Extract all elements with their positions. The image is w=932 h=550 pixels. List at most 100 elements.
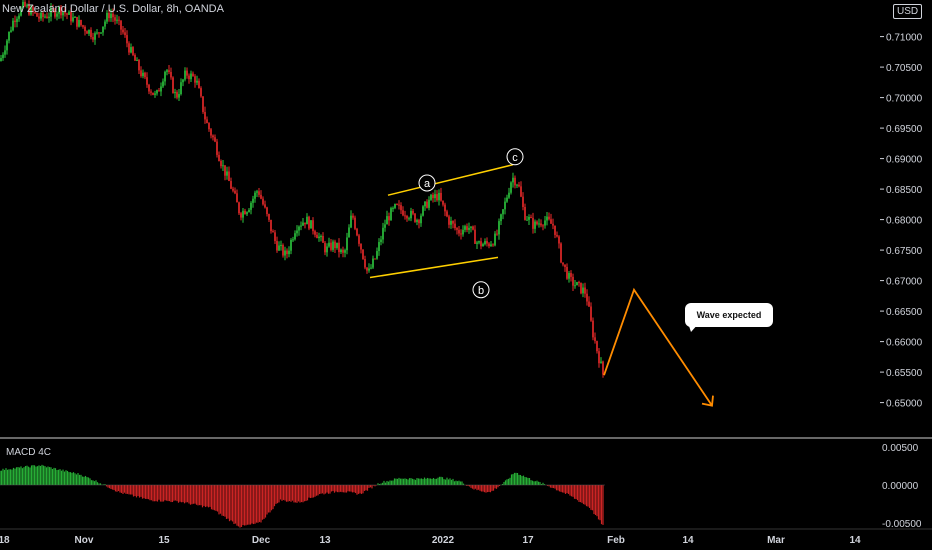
candle-body	[80, 20, 82, 26]
candle-body	[230, 181, 232, 189]
candle-body	[428, 199, 430, 208]
candle-body	[366, 267, 368, 271]
candle-body	[568, 273, 570, 279]
macd-indicator-label[interactable]: MACD 4C	[6, 447, 51, 458]
candle-body	[244, 210, 246, 215]
time-tick-label: 14	[682, 535, 694, 546]
candle-body	[152, 92, 154, 95]
candle-body	[526, 219, 528, 221]
candle-body	[330, 242, 332, 250]
candle-body	[114, 17, 116, 21]
candle-body	[306, 216, 308, 225]
candle-body	[372, 258, 374, 268]
candle-body	[524, 207, 526, 220]
candle-body	[564, 264, 566, 268]
candle-body	[340, 249, 342, 253]
candle-body	[266, 207, 268, 215]
price-tick-label: 0.69000	[886, 155, 923, 166]
candle-body	[536, 221, 538, 225]
candle-body	[420, 215, 422, 224]
candle-body	[544, 220, 546, 226]
channel-upper-line[interactable]	[387, 163, 514, 196]
candle-body	[274, 232, 276, 241]
candle-body	[588, 301, 590, 307]
candle-body	[138, 60, 140, 71]
candle-body	[582, 287, 584, 294]
projection-arrowhead	[701, 395, 714, 407]
candle-body	[250, 202, 252, 210]
candle-body	[364, 258, 366, 268]
candle-body	[460, 233, 462, 235]
candle-body	[480, 241, 482, 247]
candle-body	[572, 276, 574, 286]
candle-body	[16, 18, 18, 23]
candle-body	[10, 30, 12, 32]
candle-body	[468, 227, 470, 230]
candle-body	[578, 282, 580, 284]
candle-body	[540, 223, 542, 226]
candle-body	[598, 351, 600, 364]
candle-body	[86, 31, 88, 34]
candle-body	[278, 245, 280, 251]
candle-body	[316, 234, 318, 239]
candle-body	[254, 192, 256, 199]
candle-body	[596, 341, 598, 352]
candle-body	[232, 188, 234, 191]
candle-body	[186, 70, 188, 76]
candle-body	[520, 186, 522, 197]
candle-body	[424, 201, 426, 207]
candle-body	[412, 210, 414, 214]
price-chart[interactable]: 0.71000 0.70500 0.70000 0.69500 0.69000 0.685…	[0, 0, 932, 550]
candle-body	[504, 201, 506, 210]
currency-badge[interactable]: USD	[893, 4, 923, 19]
candle-body	[116, 19, 118, 21]
candle-body	[286, 250, 288, 255]
candle-body	[376, 251, 378, 259]
candle-body	[288, 250, 290, 255]
candle-body	[336, 242, 338, 248]
candle-body	[534, 221, 536, 229]
candle-body	[84, 26, 86, 32]
candle-body	[402, 210, 404, 216]
candle-body	[174, 92, 176, 94]
candle-body	[326, 246, 328, 253]
candle-body	[538, 223, 540, 225]
candle-body	[584, 287, 586, 294]
channel-lower-line[interactable]	[369, 256, 499, 279]
candle-body	[490, 244, 492, 247]
candle-body	[508, 192, 510, 198]
candle-body	[474, 229, 476, 244]
candle-body	[238, 202, 240, 214]
candle-body	[236, 193, 238, 203]
price-tick-label: 0.70000	[886, 94, 923, 105]
candle-body	[378, 242, 380, 252]
price-tick-label: 0.71000	[886, 33, 923, 44]
time-tick-label: Dec	[252, 535, 271, 546]
candle-body	[162, 81, 164, 87]
time-tick-label: Nov	[75, 535, 94, 546]
price-tick-label: 0.67500	[886, 246, 923, 257]
wave-label-c: c	[512, 152, 518, 164]
candle-body	[6, 40, 8, 51]
candle-body	[180, 82, 182, 95]
candle-body	[360, 243, 362, 250]
candle-body	[146, 77, 148, 85]
candle-body	[552, 223, 554, 226]
candle-body	[362, 249, 364, 259]
candle-body	[90, 29, 92, 38]
candle-body	[386, 216, 388, 225]
candle-body	[550, 219, 552, 224]
candle-body	[252, 198, 254, 203]
candle-body	[484, 241, 486, 245]
macd-tick-label: -0.00500	[882, 519, 922, 530]
candle-body	[436, 194, 438, 201]
candle-body	[488, 243, 490, 247]
candle-body	[234, 190, 236, 194]
candle-body	[586, 293, 588, 302]
callout-tail	[688, 323, 699, 332]
candle-body	[358, 235, 360, 244]
candle-body	[132, 47, 134, 55]
candle-body	[304, 222, 306, 225]
candle-body	[414, 213, 416, 222]
candle-body	[542, 225, 544, 227]
